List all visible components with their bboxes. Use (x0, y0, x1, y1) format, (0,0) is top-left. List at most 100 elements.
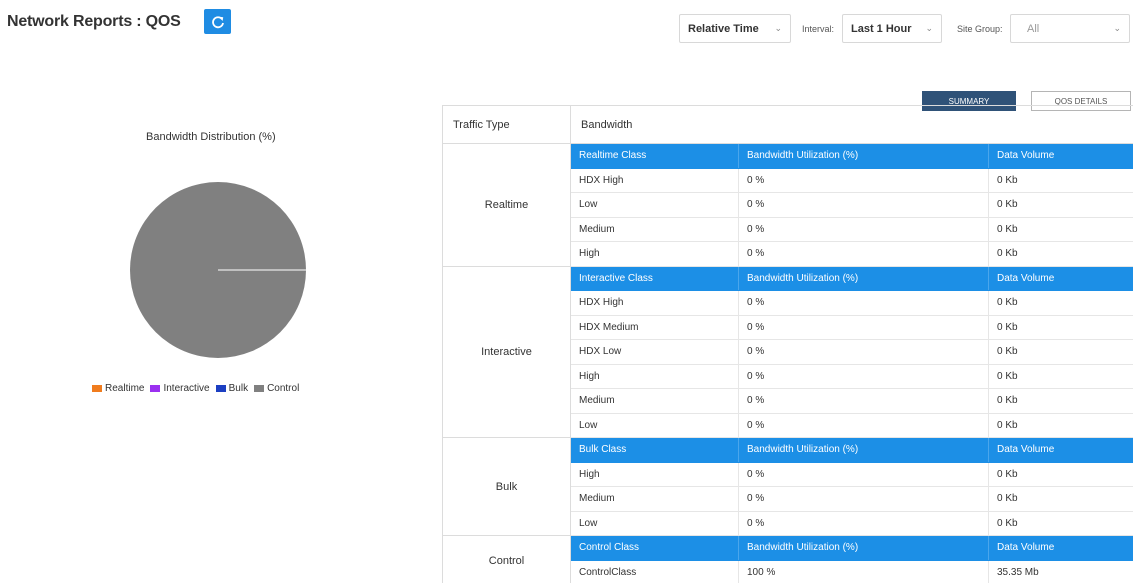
bandwidth-utilization-cell: 0 % (739, 340, 989, 364)
table-row: High 0 % 0 Kb (571, 462, 1133, 487)
bandwidth-utilization-cell: 0 % (739, 291, 989, 315)
bandwidth-utilization-cell: 0 % (739, 193, 989, 217)
table-row: High 0 % 0 Kb (571, 364, 1133, 389)
bandwidth-utilization-cell: 0 % (739, 462, 989, 486)
class-name-cell: HDX Medium (571, 315, 739, 339)
table-row: Medium 0 % 0 Kb (571, 217, 1133, 242)
bandwidth-utilization-cell: Bandwidth Utilization (%) (739, 438, 989, 462)
class-header-row: Control Class Bandwidth Utilization (%) Da… (571, 536, 1133, 561)
bandwidth-utilization-cell: 0 % (739, 487, 989, 511)
traffic-type-label: Control (488, 554, 525, 567)
legend-label: Interactive (163, 383, 210, 394)
data-volume-cell: Data Volume (997, 150, 1055, 162)
data-volume-cell: Data Volume (997, 444, 1055, 456)
refresh-button[interactable] (204, 9, 231, 34)
class-name-cell: High (571, 364, 739, 388)
interval-select[interactable]: Last 1 Hour ⌄ (842, 14, 942, 43)
bandwidth-utilization-cell: 0 % (739, 364, 989, 388)
class-name-cell: HDX Low (571, 340, 739, 364)
bandwidth-pie-chart (130, 182, 306, 358)
legend-item-control[interactable]: Control (254, 383, 299, 394)
refresh-icon (211, 15, 224, 28)
bandwidth-utilization-cell: 0 % (739, 511, 989, 535)
legend-item-interactive[interactable]: Interactive (150, 383, 210, 394)
data-volume-cell: 0 Kb (997, 395, 1018, 407)
class-name-cell: Low (571, 511, 739, 535)
bandwidth-utilization-cell: 100 % (739, 560, 989, 583)
data-volume-cell: 0 Kb (997, 174, 1018, 186)
chevron-down-icon: ⌄ (774, 23, 782, 33)
data-volume-cell: Data Volume (997, 542, 1055, 554)
traffic-group-control: Control Control Class Bandwidth Utilizatio… (443, 536, 1133, 583)
bandwidth-utilization-cell: 0 % (739, 413, 989, 437)
table-row: Low 0 % 0 Kb (571, 413, 1133, 438)
time-mode-select[interactable]: Relative Time ⌄ (679, 14, 791, 43)
bandwidth-utilization-cell: 0 % (739, 389, 989, 413)
table-row: High 0 % 0 Kb (571, 242, 1133, 267)
class-name-cell: HDX High (571, 291, 739, 315)
page-title: Network Reports : QOS (7, 13, 181, 30)
table-row: HDX High 0 % 0 Kb (571, 291, 1133, 316)
site-group-label: Site Group: (957, 24, 1003, 34)
legend-label: Bulk (228, 383, 249, 394)
data-volume-cell: 35.35 Mb (997, 566, 1039, 578)
interval-value: Last 1 Hour (851, 22, 912, 35)
class-name-cell: Bulk Class (571, 438, 739, 462)
class-name-cell: Realtime Class (571, 144, 739, 168)
legend-swatch (254, 385, 265, 392)
header-traffic-type: Traffic Type (453, 119, 510, 131)
chart-title: Bandwidth Distribution (%) (146, 131, 276, 143)
legend-swatch (150, 385, 161, 392)
class-name-cell: Control Class (571, 536, 739, 560)
legend-label: Realtime (105, 383, 145, 394)
data-volume-cell: 0 Kb (997, 346, 1018, 358)
time-mode-value: Relative Time (688, 22, 759, 35)
bandwidth-utilization-cell: Bandwidth Utilization (%) (739, 266, 989, 290)
class-header-row: Bulk Class Bandwidth Utilization (%) Data … (571, 438, 1133, 463)
table-row: HDX Low 0 % 0 Kb (571, 340, 1133, 365)
legend-swatch (215, 385, 226, 392)
data-volume-cell: 0 Kb (997, 468, 1018, 480)
traffic-group-interactive: Interactive Interactive Class Bandwidth Ut… (443, 266, 1133, 438)
chevron-down-icon: ⌄ (1113, 23, 1121, 33)
data-volume-cell: 0 Kb (997, 517, 1018, 529)
legend-item-realtime[interactable]: Realtime (92, 383, 144, 394)
data-volume-cell: 0 Kb (997, 223, 1018, 235)
bandwidth-utilization-cell: 0 % (739, 242, 989, 266)
legend-item-bulk[interactable]: Bulk (215, 383, 249, 394)
class-name-cell: Low (571, 413, 739, 437)
class-name-cell: High (571, 242, 739, 266)
data-volume-cell: 0 Kb (997, 248, 1018, 260)
legend-label: Control (267, 383, 300, 394)
class-header-row: Realtime Class Bandwidth Utilization (%) D… (571, 144, 1133, 169)
site-group-select[interactable]: All ⌄ (1010, 14, 1130, 43)
traffic-type-label: Interactive (481, 346, 532, 359)
data-volume-cell: Data Volume (997, 272, 1055, 284)
bandwidth-utilization-cell: 0 % (739, 315, 989, 339)
interval-label: Interval: (802, 24, 835, 34)
table-row: Low 0 % 0 Kb (571, 511, 1133, 536)
table-row: Medium 0 % 0 Kb (571, 487, 1133, 512)
table-row: HDX High 0 % 0 Kb (571, 168, 1133, 193)
chart-legend: Realtime Interactive Bulk Control (92, 383, 305, 394)
class-name-cell: Medium (571, 487, 739, 511)
data-volume-cell: 0 Kb (997, 370, 1018, 382)
qos-table: Traffic Type Bandwidth Realtime Realtime … (442, 105, 1133, 583)
traffic-type-label: Realtime (484, 199, 529, 212)
bandwidth-utilization-cell: Bandwidth Utilization (%) (739, 536, 989, 560)
traffic-group-realtime: Realtime Realtime Class Bandwidth Utilizat… (443, 144, 1133, 267)
data-volume-cell: 0 Kb (997, 321, 1018, 333)
data-volume-cell: 0 Kb (997, 493, 1018, 505)
bandwidth-utilization-cell: 0 % (739, 217, 989, 241)
table-row: Medium 0 % 0 Kb (571, 389, 1133, 414)
class-header-row: Interactive Class Bandwidth Utilization (… (571, 266, 1133, 291)
legend-swatch (92, 385, 102, 392)
chevron-down-icon: ⌄ (925, 23, 933, 33)
class-name-cell: Medium (571, 217, 739, 241)
data-volume-cell: 0 Kb (997, 297, 1018, 309)
bandwidth-utilization-cell: 0 % (739, 168, 989, 192)
class-name-cell: HDX High (571, 168, 739, 192)
class-name-cell: Low (571, 193, 739, 217)
data-volume-cell: 0 Kb (997, 199, 1018, 211)
class-name-cell: Interactive Class (571, 266, 739, 290)
